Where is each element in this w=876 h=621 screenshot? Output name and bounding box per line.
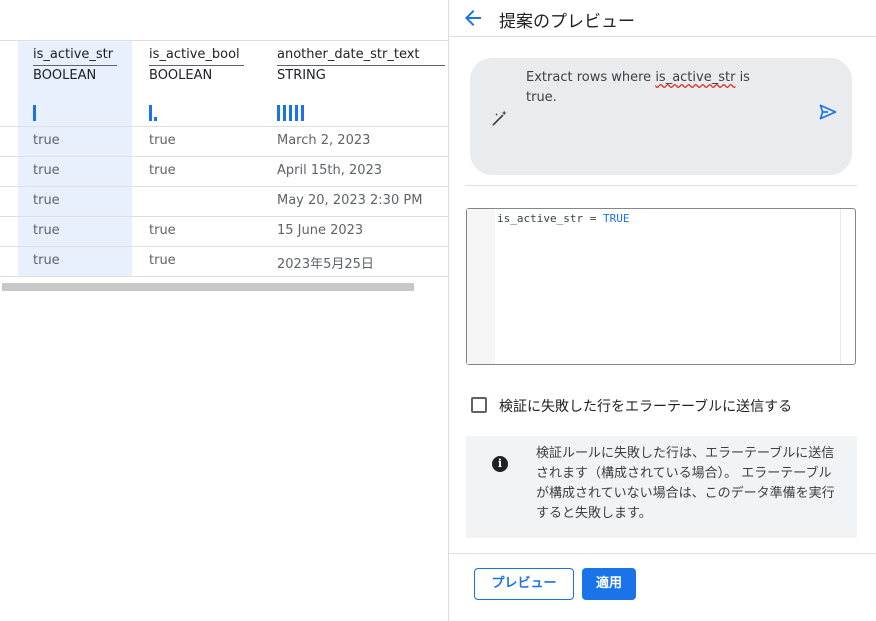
info-message-box: i 検証ルールに失敗した行は、エラーテーブルに送信されます（構成されている場合）…	[466, 436, 857, 538]
row-divider	[0, 186, 448, 187]
table-cell: true	[149, 223, 176, 238]
table-cell: true	[33, 133, 60, 148]
column-type: STRING	[277, 65, 445, 83]
table-cell: true	[149, 253, 176, 268]
horizontal-scrollbar[interactable]	[2, 283, 414, 291]
magic-wand-icon[interactable]	[490, 108, 510, 128]
table-cell: 2023年5月25日	[277, 257, 374, 272]
editor-gutter	[467, 209, 495, 364]
code-operator: =	[583, 212, 603, 225]
column-name: is_active_str	[33, 47, 114, 62]
suggestion-preview-panel: 提案のプレビュー Extract rows where is_active_st…	[448, 0, 876, 621]
table-cell: true	[149, 133, 176, 148]
table-cell: April 15th, 2023	[277, 163, 383, 178]
column-type: BOOLEAN	[33, 65, 117, 83]
row-divider	[0, 216, 448, 217]
prompt-text-misspelled: is_active_str	[655, 70, 736, 85]
table-cell: 15 June 2023	[277, 223, 364, 238]
editor-scrollbar[interactable]	[840, 209, 841, 364]
table-cell: true	[33, 223, 60, 238]
code-line: is_active_str = TRUE	[497, 212, 629, 225]
panel-header: 提案のプレビュー	[449, 0, 876, 37]
section-divider	[465, 185, 857, 186]
column-header[interactable]: is_active_str BOOLEAN	[33, 47, 117, 83]
column-type: BOOLEAN	[149, 65, 244, 83]
table-cell: true	[33, 253, 60, 268]
send-icon[interactable]	[818, 102, 838, 122]
preview-button[interactable]: プレビュー	[474, 568, 574, 600]
row-divider	[0, 156, 448, 157]
row-divider	[0, 126, 448, 127]
table-toolbar	[0, 0, 448, 41]
column-name: another_date_str_text	[277, 47, 420, 62]
info-message-text: 検証ルールに失敗した行は、エラーテーブルに送信されます（構成されている場合）。 …	[536, 446, 835, 521]
column-header[interactable]: is_active_bool BOOLEAN	[149, 47, 244, 83]
prompt-input-box[interactable]: Extract rows where is_active_str is true…	[470, 58, 852, 175]
table-cell: true	[33, 163, 60, 178]
sql-code-editor[interactable]: is_active_str = TRUE	[466, 208, 856, 365]
row-divider	[0, 276, 448, 277]
arrow-left-icon[interactable]	[461, 6, 485, 30]
panel-title: 提案のプレビュー	[499, 12, 635, 32]
table-cell: true	[33, 193, 60, 208]
data-table: is_active_str BOOLEAN is_active_bool BOO…	[0, 0, 448, 621]
table-cell: May 20, 2023 2:30 PM	[277, 193, 423, 208]
column-name: is_active_bool	[149, 47, 240, 62]
code-identifier: is_active_str	[497, 212, 584, 225]
table-cell: March 2, 2023	[277, 133, 371, 148]
table-cell: true	[149, 163, 176, 178]
prompt-text-part: Extract rows where	[526, 70, 656, 85]
send-errors-checkbox[interactable]	[471, 397, 487, 413]
apply-button[interactable]: 適用	[582, 568, 636, 600]
footer-divider	[449, 553, 876, 554]
prompt-text[interactable]: Extract rows where is_active_str is true…	[526, 68, 766, 108]
row-divider	[0, 246, 448, 247]
column-header[interactable]: another_date_str_text STRING	[277, 47, 445, 83]
send-errors-checkbox-label[interactable]: 検証に失敗した行をエラーテーブルに送信する	[499, 396, 792, 416]
code-keyword: TRUE	[602, 212, 630, 225]
info-icon: i	[492, 456, 508, 472]
